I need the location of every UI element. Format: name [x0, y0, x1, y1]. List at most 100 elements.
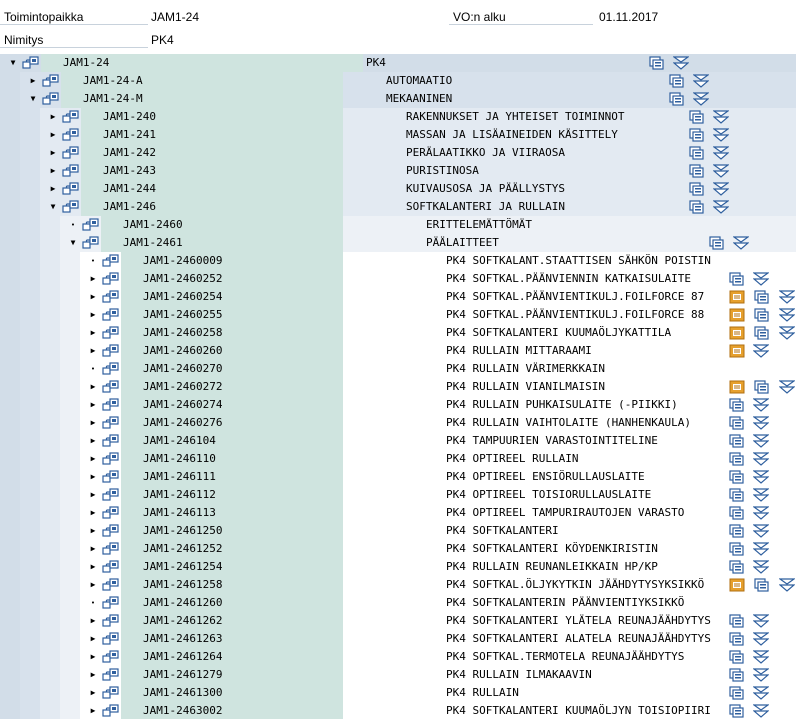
tree-row[interactable]: ▶ JAM1-2460274 PK4 RULLAIN PUHKAISULAITE (…: [0, 396, 796, 414]
location-key[interactable]: JAM1-2460260: [143, 342, 222, 360]
copy-icon[interactable]: [729, 524, 745, 538]
tree-row[interactable]: ▶ JAM1-24-A AUTOMAATIO: [0, 72, 796, 90]
copy-icon[interactable]: [754, 578, 770, 592]
location-key[interactable]: JAM1-246: [103, 198, 156, 216]
expand-all-icon[interactable]: [752, 488, 770, 502]
expand-all-icon[interactable]: [752, 434, 770, 448]
copy-icon[interactable]: [729, 470, 745, 484]
expand-all-icon[interactable]: [732, 236, 750, 250]
expand-toggle[interactable]: ▶: [88, 540, 98, 558]
location-key[interactable]: JAM1-2461254: [143, 558, 222, 576]
expand-all-icon[interactable]: [752, 506, 770, 520]
location-key[interactable]: JAM1-2460274: [143, 396, 222, 414]
location-key[interactable]: JAM1-2460272: [143, 378, 222, 396]
collapse-toggle[interactable]: ▼: [28, 90, 38, 108]
expand-toggle[interactable]: ▶: [88, 396, 98, 414]
location-key[interactable]: JAM1-2460258: [143, 324, 222, 342]
location-key[interactable]: JAM1-246111: [143, 468, 216, 486]
copy-icon[interactable]: [754, 290, 770, 304]
copy-icon[interactable]: [729, 650, 745, 664]
expand-all-icon[interactable]: [712, 182, 730, 196]
location-key[interactable]: JAM1-2460009: [143, 252, 222, 270]
expand-all-icon[interactable]: [752, 272, 770, 286]
tree-row[interactable]: ▶ JAM1-2461279 PK4 RULLAIN ILMAKAAVIN: [0, 666, 796, 684]
location-key[interactable]: JAM1-2460255: [143, 306, 222, 324]
copy-icon[interactable]: [729, 452, 745, 466]
copy-icon[interactable]: [754, 380, 770, 394]
expand-all-icon[interactable]: [712, 200, 730, 214]
location-key[interactable]: JAM1-246110: [143, 450, 216, 468]
tree-row[interactable]: ▶ JAM1-240 RAKENNUKSET JA YHTEISET TOIMINN…: [0, 108, 796, 126]
tree-row[interactable]: ▼ JAM1-24-M MEKAANINEN: [0, 90, 796, 108]
tree-row[interactable]: ▼ JAM1-246 SOFTKALANTERI JA RULLAIN: [0, 198, 796, 216]
copy-icon[interactable]: [669, 74, 685, 88]
location-key[interactable]: JAM1-246112: [143, 486, 216, 504]
expand-toggle[interactable]: ▶: [88, 630, 98, 648]
tree-row[interactable]: ▶ JAM1-243 PURISTINOSA: [0, 162, 796, 180]
name-value[interactable]: PK4: [151, 31, 271, 48]
tree-row[interactable]: ▶ JAM1-246104 PK4 TAMPUURIEN VARASTOINTITE…: [0, 432, 796, 450]
tree-row[interactable]: ▶ JAM1-2461263 PK4 SOFTKALANTERI ALATELA R…: [0, 630, 796, 648]
expand-all-icon[interactable]: [752, 668, 770, 682]
location-key[interactable]: JAM1-2461258: [143, 576, 222, 594]
expand-toggle[interactable]: ▶: [88, 612, 98, 630]
location-key[interactable]: JAM1-2460252: [143, 270, 222, 288]
copy-icon[interactable]: [689, 110, 705, 124]
expand-toggle[interactable]: ▶: [88, 486, 98, 504]
copy-icon[interactable]: [729, 686, 745, 700]
expand-toggle[interactable]: ▶: [88, 378, 98, 396]
copy-icon[interactable]: [729, 668, 745, 682]
location-key[interactable]: JAM1-24-A: [83, 72, 143, 90]
location-key[interactable]: JAM1-2461252: [143, 540, 222, 558]
collapse-toggle[interactable]: ▼: [8, 54, 18, 72]
location-key[interactable]: JAM1-246113: [143, 504, 216, 522]
expand-all-icon[interactable]: [752, 452, 770, 466]
location-key[interactable]: JAM1-241: [103, 126, 156, 144]
tree-row[interactable]: ▶ JAM1-246112 PK4 OPTIREEL TOISIORULLAUSLA…: [0, 486, 796, 504]
copy-icon[interactable]: [729, 542, 745, 556]
tree-row[interactable]: ▶ JAM1-2460276 PK4 RULLAIN VAIHTOLAITE (HA…: [0, 414, 796, 432]
tree-row[interactable]: ▶ JAM1-2461252 PK4 SOFTKALANTERI KÖYDENKIR…: [0, 540, 796, 558]
copy-icon[interactable]: [729, 614, 745, 628]
tree-row[interactable]: • JAM1-2460270 PK4 RULLAIN VÄRIMERKKAIN: [0, 360, 796, 378]
location-key[interactable]: JAM1-2461263: [143, 630, 222, 648]
tree-row[interactable]: • JAM1-2460009 PK4 SOFTKALANT.STAATTISEN S…: [0, 252, 796, 270]
expand-all-icon[interactable]: [692, 92, 710, 106]
expand-all-icon[interactable]: [778, 290, 796, 304]
location-key[interactable]: JAM1-2461279: [143, 666, 222, 684]
copy-icon[interactable]: [729, 506, 745, 520]
tree-row[interactable]: ▶ JAM1-246113 PK4 OPTIREEL TAMPURIRAUTOJEN…: [0, 504, 796, 522]
expand-all-icon[interactable]: [752, 632, 770, 646]
expand-all-icon[interactable]: [778, 308, 796, 322]
location-key[interactable]: JAM1-2460270: [143, 360, 222, 378]
expand-toggle[interactable]: ▶: [88, 648, 98, 666]
expand-toggle[interactable]: ▶: [88, 558, 98, 576]
expand-all-icon[interactable]: [752, 560, 770, 574]
location-key[interactable]: JAM1-2461: [123, 234, 183, 252]
expand-toggle[interactable]: ▶: [88, 504, 98, 522]
location-key[interactable]: JAM1-2460276: [143, 414, 222, 432]
document-icon[interactable]: [729, 290, 745, 304]
expand-all-icon[interactable]: [712, 128, 730, 142]
tree-row[interactable]: ▶ JAM1-2460252 PK4 SOFTKAL.PÄÄNVIENNIN KAT…: [0, 270, 796, 288]
location-key[interactable]: JAM1-2461264: [143, 648, 222, 666]
expand-all-icon[interactable]: [752, 686, 770, 700]
expand-toggle[interactable]: ▶: [88, 324, 98, 342]
expand-all-icon[interactable]: [672, 56, 690, 70]
expand-toggle[interactable]: ▶: [48, 180, 58, 198]
expand-toggle[interactable]: ▶: [88, 342, 98, 360]
location-key[interactable]: JAM1-243: [103, 162, 156, 180]
location-key[interactable]: JAM1-24-M: [83, 90, 143, 108]
expand-all-icon[interactable]: [752, 398, 770, 412]
expand-toggle[interactable]: ▶: [88, 522, 98, 540]
location-key[interactable]: JAM1-2463002: [143, 702, 222, 719]
tree-row[interactable]: ▼ JAM1-24 PK4: [0, 54, 796, 72]
copy-icon[interactable]: [649, 56, 665, 70]
location-key[interactable]: JAM1-2461300: [143, 684, 222, 702]
copy-icon[interactable]: [689, 146, 705, 160]
expand-toggle[interactable]: ▶: [88, 432, 98, 450]
location-value[interactable]: JAM1-24: [151, 8, 271, 25]
location-key[interactable]: JAM1-2460: [123, 216, 183, 234]
expand-all-icon[interactable]: [692, 74, 710, 88]
copy-icon[interactable]: [754, 308, 770, 322]
